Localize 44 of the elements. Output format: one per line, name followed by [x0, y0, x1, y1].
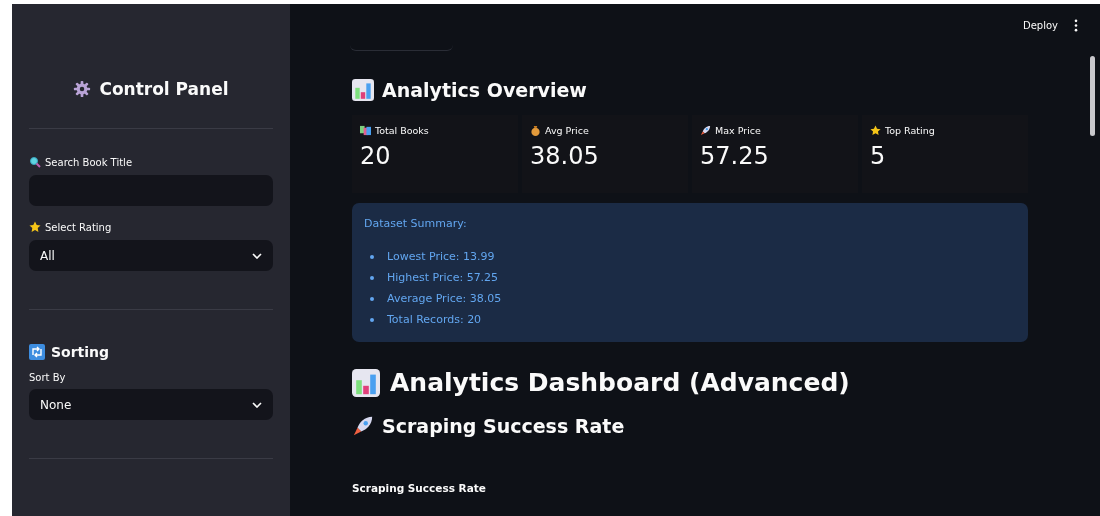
- arrows-icon: [29, 344, 45, 360]
- section-heading: Scraping Success Rate: [382, 415, 625, 437]
- bar-chart-icon: [352, 79, 374, 101]
- search-icon: [29, 156, 41, 168]
- metric-label: Avg Price: [545, 125, 589, 136]
- metric-value: 38.05: [530, 142, 600, 170]
- summary-title: Dataset Summary:: [364, 217, 468, 230]
- star-icon: [870, 125, 881, 136]
- metric-value: 20: [360, 142, 392, 170]
- star-icon: [29, 221, 41, 233]
- rocket-icon: [700, 125, 711, 136]
- summary-item: Total Records: 20: [387, 313, 482, 326]
- chevron-down-icon: [252, 401, 262, 408]
- metric-label: Max Price: [715, 125, 761, 136]
- metric-value: 57.25: [700, 142, 770, 170]
- field-label: Select Rating: [45, 221, 112, 233]
- bullet-icon: [370, 296, 374, 301]
- bullet-icon: [370, 254, 374, 259]
- bar-chart-icon: [352, 368, 380, 397]
- summary-item: Average Price: 38.05: [387, 292, 502, 305]
- field-label: Search Book Title: [45, 156, 133, 168]
- metric-value: 5: [870, 142, 887, 170]
- metric-label: Total Books: [375, 125, 429, 136]
- sort-select[interactable]: None: [29, 389, 273, 420]
- deploy-button[interactable]: Deploy: [1023, 20, 1058, 31]
- sidebar-title: Control Panel: [99, 79, 229, 99]
- bullet-icon: [370, 317, 374, 322]
- chart-title: Scraping Success Rate: [352, 482, 487, 494]
- books-icon: [360, 125, 371, 136]
- bullet-icon: [370, 275, 374, 280]
- menu-icon[interactable]: [1074, 19, 1078, 32]
- rating-select[interactable]: All: [29, 240, 273, 271]
- page-heading: Analytics Dashboard (Advanced): [390, 368, 850, 397]
- summary-item: Highest Price: 57.25: [387, 271, 499, 284]
- field-label: Sort By: [29, 372, 67, 383]
- metric-label: Top Rating: [885, 125, 935, 136]
- summary-item: Lowest Price: 13.99: [387, 250, 495, 263]
- rocket-icon: [352, 415, 374, 437]
- gear-icon: [73, 80, 92, 98]
- section-heading: Analytics Overview: [382, 79, 587, 101]
- money-bag-icon: [530, 125, 541, 136]
- scrollbar[interactable]: [1090, 56, 1095, 136]
- chevron-down-icon: [252, 252, 262, 259]
- section-heading: Sorting: [51, 344, 110, 360]
